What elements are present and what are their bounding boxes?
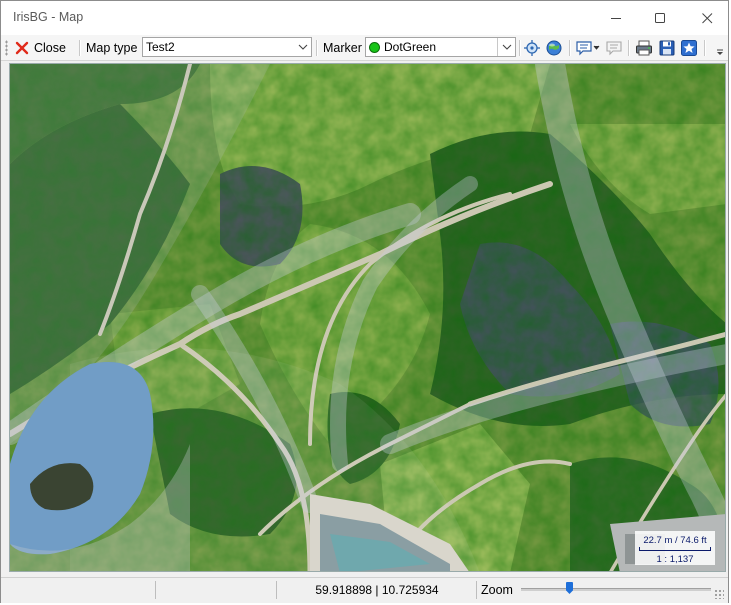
map-type-value: Test2 — [146, 40, 175, 54]
title-bar: IrisBG - Map — [1, 1, 728, 35]
window-close-button[interactable] — [685, 1, 729, 35]
globe-icon — [546, 40, 562, 56]
star-icon — [681, 40, 697, 56]
marker-select[interactable]: DotGreen — [365, 37, 516, 57]
crosshair-button[interactable] — [522, 38, 542, 58]
comment-gray-button[interactable] — [604, 38, 624, 58]
print-button[interactable] — [634, 38, 654, 58]
favorite-button[interactable] — [679, 38, 699, 58]
zoom-label: Zoom — [481, 583, 513, 597]
map-type-select[interactable]: Test2 — [142, 37, 312, 57]
toolbar-separator — [519, 40, 521, 56]
marker-label: Marker — [323, 41, 362, 55]
globe-button[interactable] — [544, 38, 564, 58]
toolbar-grip[interactable] — [5, 40, 8, 56]
status-separator — [476, 581, 477, 599]
window-title: IrisBG - Map — [13, 10, 84, 24]
green-dot-icon — [369, 41, 380, 53]
maximize-button[interactable] — [638, 1, 682, 35]
minimize-icon — [610, 17, 621, 19]
marker-value: DotGreen — [384, 40, 437, 54]
save-button[interactable] — [657, 38, 677, 58]
marker-label-wrap: Marker — [323, 38, 362, 58]
resize-grip[interactable] — [714, 589, 724, 599]
scale-metric: 22.7 m / 74.6 ft — [643, 535, 707, 546]
toolbar-overflow-icon[interactable] — [715, 41, 725, 57]
toolbar: Close Map type Test2 Marker DotGreen — [1, 35, 728, 61]
toolbar-separator — [79, 40, 81, 56]
comment-icon — [576, 41, 600, 56]
map-scale: 22.7 m / 74.6 ft 1 : 1,137 — [635, 531, 715, 565]
toolbar-separator — [628, 40, 630, 56]
scale-bar — [639, 547, 711, 551]
close-label: Close — [34, 41, 66, 55]
save-icon — [659, 40, 675, 56]
toolbar-separator — [569, 40, 571, 56]
status-separator — [155, 581, 156, 599]
coordinates-readout: 59.918898 | 10.725934 — [315, 583, 439, 597]
print-icon — [636, 40, 652, 56]
aerial-map-image — [10, 64, 725, 571]
close-x-icon — [15, 41, 29, 55]
toolbar-separator — [316, 40, 318, 56]
crosshair-icon — [524, 40, 540, 56]
comment-dropdown-button[interactable] — [575, 38, 601, 58]
map-type-label: Map type — [86, 41, 138, 55]
map-type-label-wrap: Map type — [86, 38, 137, 58]
zoom-slider-track[interactable] — [521, 588, 711, 591]
chevron-down-icon[interactable] — [497, 38, 515, 56]
zoom-slider-thumb[interactable] — [566, 582, 573, 594]
comment-gray-icon — [606, 41, 622, 56]
chevron-down-icon[interactable] — [294, 38, 311, 56]
maximize-icon — [654, 12, 665, 23]
map-window: IrisBG - Map Close Map type Test2 Marker… — [0, 0, 729, 603]
scale-ratio: 1 : 1,137 — [656, 554, 694, 565]
window-close-icon — [701, 12, 712, 23]
status-bar: 59.918898 | 10.725934 Zoom — [1, 577, 728, 603]
toolbar-separator — [704, 40, 706, 56]
minimize-button[interactable] — [594, 1, 638, 35]
map-view[interactable]: 22.7 m / 74.6 ft 1 : 1,137 — [9, 63, 726, 572]
close-button[interactable]: Close — [15, 38, 75, 58]
